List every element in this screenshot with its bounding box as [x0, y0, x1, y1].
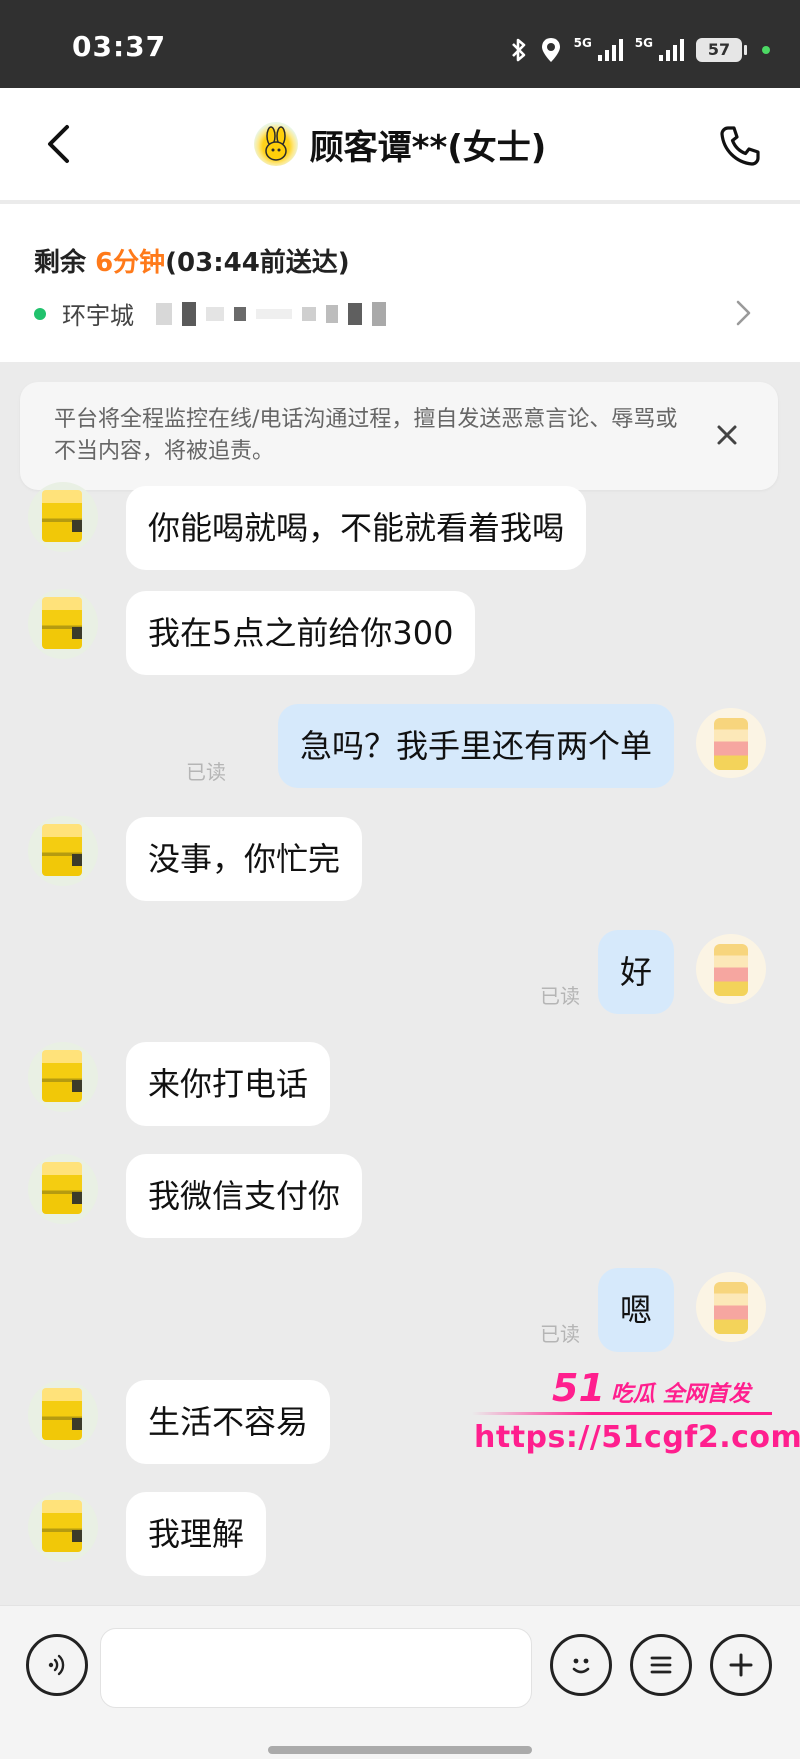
notice-text: 平台将全程监控在线/电话沟通过程，擅自发送恶意言论、辱骂或不当内容，将被追责。 — [54, 407, 678, 464]
signal-icon — [659, 39, 684, 61]
watermark-line1: 51 吃瓜 全网首发 — [552, 1366, 751, 1410]
remaining-time: 6分钟 — [95, 248, 166, 278]
customer-avatar[interactable] — [28, 1154, 98, 1224]
message-bubble-received[interactable]: 我理解 — [126, 1492, 267, 1576]
phone-icon — [720, 126, 760, 166]
watermark-url: https://51cgf2.com — [474, 1420, 800, 1455]
message-bubble-sent[interactable]: 好 — [597, 930, 674, 1014]
customer-avatar[interactable] — [28, 1042, 98, 1112]
voice-button[interactable] — [26, 1634, 88, 1696]
rider-avatar[interactable] — [696, 934, 766, 1004]
read-status: 已读 — [186, 760, 226, 784]
charging-dot — [762, 46, 770, 54]
customer-avatar[interactable] — [28, 589, 98, 659]
address-detail-button[interactable] — [732, 298, 756, 328]
network-label-1: 5G — [573, 36, 592, 50]
home-indicator[interactable] — [268, 1746, 532, 1754]
rabbit-icon — [264, 126, 287, 161]
chevron-right-icon — [736, 300, 751, 326]
rider-avatar[interactable] — [696, 708, 766, 778]
message-bubble-received[interactable]: 我在5点之前给你300 — [126, 591, 476, 675]
notice-close-button[interactable] — [710, 418, 744, 452]
address-redacted — [156, 301, 386, 326]
message-input[interactable] — [100, 1628, 532, 1708]
voice-icon — [48, 1654, 65, 1676]
address-text: 环宇城 — [62, 302, 134, 330]
customer-avatar[interactable] — [28, 482, 98, 552]
remaining-prefix: 剩余 — [34, 248, 96, 278]
order-info-card[interactable]: 剩余 6分钟(03:44前送达) 环宇城 — [0, 204, 800, 362]
status-dot — [34, 307, 46, 320]
header-title: 顾客谭**(女士) — [309, 127, 547, 168]
location-icon — [541, 38, 560, 62]
message-bubble-sent[interactable]: 嗯 — [597, 1268, 674, 1352]
customer-avatar[interactable] — [28, 816, 98, 886]
emoji-button[interactable] — [550, 1634, 612, 1696]
watermark-bar — [472, 1412, 772, 1415]
quick-reply-button[interactable] — [630, 1634, 692, 1696]
read-status: 已读 — [540, 1322, 580, 1346]
emoji-icon — [572, 1658, 590, 1674]
message-bubble-received[interactable]: 生活不容易 — [126, 1380, 331, 1464]
status-bar: 03:37 5G 5G 57 — [0, 0, 800, 88]
customer-avatar[interactable] — [28, 1380, 98, 1450]
status-icons: 5G 5G 57 — [510, 36, 770, 64]
deadline-text: (03:44前送达) — [165, 248, 350, 278]
bluetooth-icon — [511, 38, 525, 62]
watermark-number: 51 — [552, 1366, 605, 1410]
status-time: 03:37 — [72, 30, 167, 63]
rider-avatar[interactable] — [696, 1272, 766, 1342]
message-bubble-sent[interactable]: 急吗？我手里还有两个单 — [277, 704, 674, 788]
read-status: 已读 — [540, 984, 580, 1008]
close-icon — [717, 425, 737, 445]
message-bubble-received[interactable]: 没事，你忙完 — [126, 817, 363, 901]
message-bubble-received[interactable]: 你能喝就喝，不能就看着我喝 — [126, 486, 587, 570]
add-button[interactable] — [710, 1634, 772, 1696]
header-title-group: 顾客谭**(女士) — [0, 88, 800, 200]
delivery-countdown: 剩余 6分钟(03:44前送达) — [34, 242, 350, 279]
watermark: 51 吃瓜 全网首发 https://51cgf2.com — [472, 1366, 800, 1470]
input-bar — [0, 1605, 800, 1759]
signal-icon — [597, 39, 623, 61]
monitoring-notice: 平台将全程监控在线/电话沟通过程，擅自发送恶意言论、辱骂或不当内容，将被追责。 — [20, 382, 778, 490]
watermark-text: 吃瓜 全网首发 — [610, 1382, 751, 1407]
customer-avatar — [253, 122, 298, 166]
address-row: 环宇城 — [34, 296, 386, 331]
list-icon — [650, 1656, 672, 1674]
call-button[interactable] — [716, 122, 764, 170]
message-bubble-received[interactable]: 来你打电话 — [126, 1042, 331, 1126]
message-bubble-received[interactable]: 我微信支付你 — [126, 1154, 363, 1238]
battery-icon: 57 — [696, 38, 747, 62]
customer-avatar[interactable] — [28, 1492, 98, 1562]
plus-icon — [729, 1653, 753, 1677]
chat-header: 顾客谭**(女士) — [0, 88, 800, 200]
network-label-2: 5G — [634, 36, 653, 50]
